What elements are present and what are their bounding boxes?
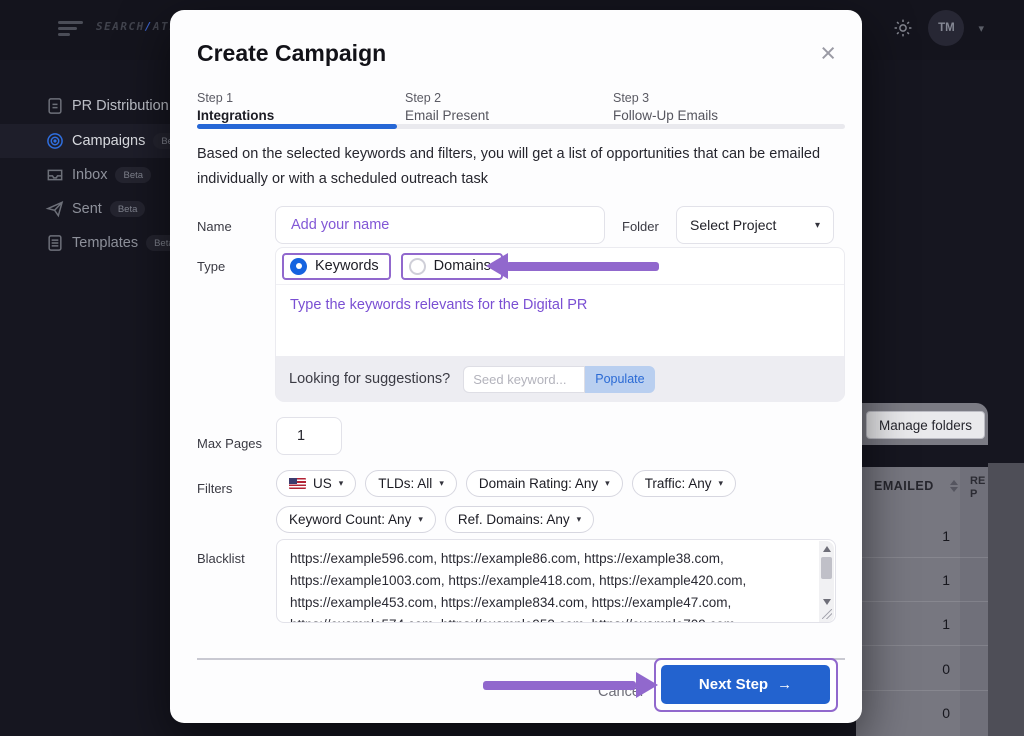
traffic-filter-dropdown[interactable]: Traffic: Any ▾ <box>632 470 736 497</box>
campaign-name-input[interactable]: Add your name <box>275 206 605 244</box>
sidebar-item-pr-distribution[interactable]: PR Distribution + <box>0 88 170 124</box>
table-cell-emailed: 0 <box>910 661 950 677</box>
tlds-filter-dropdown[interactable]: TLDs: All ▾ <box>365 470 457 497</box>
filters-row-2: Keyword Count: Any ▾ Ref. Domains: Any ▾ <box>276 506 594 533</box>
us-flag-icon <box>289 478 306 489</box>
sidebar-item-sent[interactable]: Sent Beta <box>0 192 170 226</box>
filters-row-1: US ▾ TLDs: All ▾ Domain Rating: Any ▾ Tr… <box>276 470 736 497</box>
chevron-down-icon: ▾ <box>439 478 444 489</box>
suggestions-label: Looking for suggestions? <box>289 371 450 387</box>
radio-selected-icon <box>290 258 307 275</box>
scrollbar-thumb[interactable] <box>821 557 832 579</box>
table-cell-emailed: 1 <box>910 528 950 544</box>
arrow-right-icon: → <box>777 676 792 693</box>
inbox-icon <box>45 165 65 185</box>
blacklist-textarea[interactable]: https://example596.com, https://example8… <box>276 539 836 623</box>
modal-title: Create Campaign <box>197 40 386 67</box>
sidebar-item-campaigns[interactable]: Campaigns Beta <box>0 124 170 158</box>
manage-folders-button[interactable]: Manage folders <box>866 411 985 439</box>
scroll-down-icon[interactable] <box>823 599 831 605</box>
blacklist-label: Blacklist <box>197 551 245 566</box>
populate-button[interactable]: Populate <box>585 366 654 393</box>
radio-keywords[interactable]: Keywords <box>282 253 391 280</box>
menu-icon[interactable] <box>58 21 84 36</box>
filters-label: Filters <box>197 481 232 496</box>
next-step-button[interactable]: Next Step → <box>661 665 830 704</box>
radio-unselected-icon <box>409 258 426 275</box>
beta-badge: Beta <box>110 201 146 217</box>
scroll-up-icon[interactable] <box>823 546 831 552</box>
avatar[interactable]: TM <box>928 10 964 46</box>
type-label: Type <box>197 259 225 274</box>
step-1-integrations: Step 1Integrations <box>197 90 274 124</box>
chevron-down-icon: ▾ <box>339 478 344 489</box>
chevron-down-icon: ▾ <box>605 478 610 489</box>
keyword-count-filter-dropdown[interactable]: Keyword Count: Any ▾ <box>276 506 436 533</box>
resize-handle-icon[interactable] <box>822 609 832 619</box>
app-logo: SEARCH/ATL <box>96 20 177 33</box>
folders-toolbar: Manage folders <box>856 403 988 445</box>
close-icon[interactable]: × <box>820 40 836 67</box>
beta-badge: Beta <box>115 167 151 183</box>
annotation-arrow-left <box>486 253 659 279</box>
seed-keyword-input[interactable]: Seed keyword... <box>463 366 585 393</box>
name-label: Name <box>197 219 232 234</box>
create-campaign-modal: Create Campaign × Step 1Integrations Ste… <box>170 10 862 723</box>
sidebar: PR Distribution + Campaigns Beta Inbox B… <box>0 88 170 260</box>
folder-label: Folder <box>622 219 659 234</box>
annotation-arrow-right <box>483 672 659 698</box>
next-step-highlight-box: Next Step → <box>654 658 838 712</box>
campaigns-table: EMAILED RE P 1 1 1 0 0 <box>856 467 988 736</box>
name-placeholder: Add your name <box>291 217 389 233</box>
background-gap <box>988 403 1024 463</box>
chevron-down-icon: ▾ <box>577 514 582 525</box>
sidebar-item-label: Templates <box>54 235 138 251</box>
suggestions-row: Looking for suggestions? Seed keyword...… <box>276 356 844 402</box>
table-cell-emailed: 0 <box>910 705 950 721</box>
domain-rating-filter-dropdown[interactable]: Domain Rating: Any ▾ <box>466 470 623 497</box>
sidebar-item-label: PR Distribution <box>54 98 169 114</box>
stepper-progress-track <box>197 124 845 129</box>
emailed-column-header[interactable]: EMAILED <box>874 479 934 493</box>
folder-select[interactable]: Select Project ▾ <box>676 206 834 244</box>
chevron-down-icon: ▾ <box>815 220 820 231</box>
sort-icon[interactable] <box>950 480 958 492</box>
template-doc-icon <box>45 233 65 253</box>
keywords-placeholder: Type the keywords relevants for the Digi… <box>290 297 587 313</box>
chevron-down-icon: ▾ <box>418 514 423 525</box>
max-pages-input[interactable]: 1 <box>276 417 342 455</box>
step-2-email-present: Step 2Email Present <box>405 90 489 124</box>
document-icon <box>45 96 65 116</box>
table-cell-emailed: 1 <box>910 572 950 588</box>
background-panel-edge <box>988 463 1024 736</box>
table-cell-emailed: 1 <box>910 616 950 632</box>
blacklist-text: https://example596.com, https://example8… <box>277 540 835 623</box>
type-card: Keywords Domains Type the keywords relev… <box>275 247 845 401</box>
sidebar-item-label: Campaigns <box>54 133 145 149</box>
keywords-textarea[interactable]: Type the keywords relevants for the Digi… <box>276 285 844 356</box>
settings-gear-icon[interactable] <box>892 17 914 39</box>
country-filter-dropdown[interactable]: US ▾ <box>276 470 356 497</box>
max-pages-label: Max Pages <box>197 436 262 451</box>
chevron-down-icon: ▾ <box>718 478 723 489</box>
modal-description: Based on the selected keywords and filte… <box>197 142 825 192</box>
step-3-follow-up-emails: Step 3Follow-Up Emails <box>613 90 718 124</box>
sidebar-item-templates[interactable]: Templates Beta <box>0 226 170 260</box>
campaigns-target-icon <box>45 131 65 151</box>
sidebar-item-inbox[interactable]: Inbox Beta <box>0 158 170 192</box>
chevron-down-icon[interactable]: ▾ <box>978 22 984 35</box>
paper-plane-icon <box>45 199 65 219</box>
stepper-progress-fill <box>197 124 397 129</box>
ref-domains-filter-dropdown[interactable]: Ref. Domains: Any ▾ <box>445 506 594 533</box>
app-screen: SEARCH/ATL TM ▾ PR Distribution + Campai… <box>0 0 1024 736</box>
clipped-column-header: RE P <box>970 475 985 501</box>
